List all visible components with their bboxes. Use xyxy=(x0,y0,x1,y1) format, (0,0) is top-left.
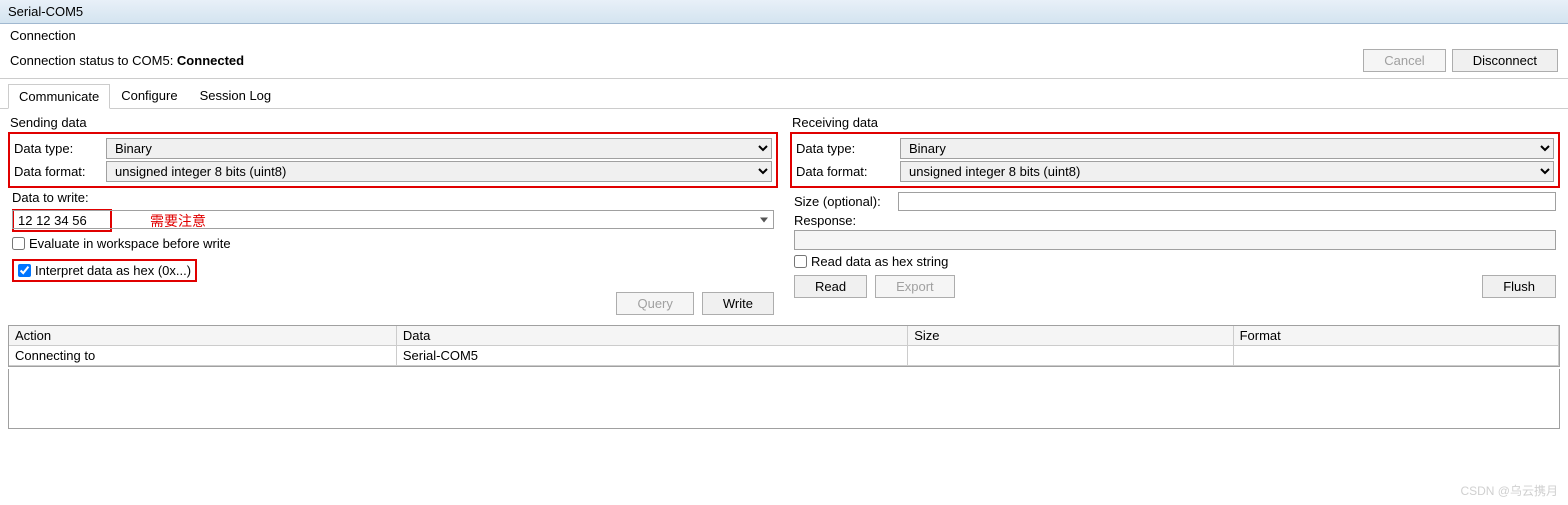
receiving-panel: Receiving data Data type: Binary Data fo… xyxy=(790,113,1560,315)
connection-section: Connection Connection status to COM5: Co… xyxy=(0,24,1568,79)
sending-highlight-box: Data type: Binary Data format: unsigned … xyxy=(8,132,778,188)
interpret-hex-label: Interpret data as hex (0x...) xyxy=(35,263,191,278)
receiving-legend: Receiving data xyxy=(790,113,1560,132)
disconnect-button[interactable]: Disconnect xyxy=(1452,49,1558,72)
size-label: Size (optional): xyxy=(794,194,894,209)
sending-panel: Sending data Data type: Binary Data form… xyxy=(8,113,778,315)
export-button[interactable]: Export xyxy=(875,275,955,298)
tab-session-log[interactable]: Session Log xyxy=(189,83,283,108)
cancel-button[interactable]: Cancel xyxy=(1363,49,1445,72)
read-hex-checkbox[interactable] xyxy=(794,255,807,268)
log-empty-area xyxy=(8,369,1560,429)
flush-button[interactable]: Flush xyxy=(1482,275,1556,298)
connection-header: Connection xyxy=(10,28,1558,43)
size-input[interactable] xyxy=(898,192,1556,211)
sending-legend: Sending data xyxy=(8,113,778,132)
th-data: Data xyxy=(396,326,907,346)
recv-data-format-label: Data format: xyxy=(796,164,896,179)
interpret-hex-highlight: Interpret data as hex (0x...) xyxy=(12,259,197,282)
tab-configure[interactable]: Configure xyxy=(110,83,188,108)
log-table: Action Data Size Format Connecting to Se… xyxy=(8,325,1560,367)
send-data-type-select[interactable]: Binary xyxy=(106,138,772,159)
recv-data-type-select[interactable]: Binary xyxy=(900,138,1554,159)
evaluate-label: Evaluate in workspace before write xyxy=(29,236,231,251)
table-row: Connecting to Serial-COM5 xyxy=(9,346,1559,366)
send-data-type-label: Data type: xyxy=(14,141,102,156)
interpret-hex-checkbox[interactable] xyxy=(18,264,31,277)
th-format: Format xyxy=(1233,326,1558,346)
data-to-write-combo[interactable] xyxy=(12,210,774,229)
data-to-write-label: Data to write: xyxy=(12,190,774,205)
read-hex-label: Read data as hex string xyxy=(811,254,948,269)
recv-data-format-select[interactable]: unsigned integer 8 bits (uint8) xyxy=(900,161,1554,182)
connection-status: Connection status to COM5: Connected xyxy=(10,53,244,68)
send-data-format-select[interactable]: unsigned integer 8 bits (uint8) xyxy=(106,161,772,182)
send-data-format-label: Data format: xyxy=(14,164,102,179)
tab-communicate[interactable]: Communicate xyxy=(8,84,110,109)
th-action: Action xyxy=(9,326,396,346)
th-size: Size xyxy=(908,326,1233,346)
response-box xyxy=(794,230,1556,250)
response-label: Response: xyxy=(794,213,894,228)
write-button[interactable]: Write xyxy=(702,292,774,315)
window-title: Serial-COM5 xyxy=(0,0,1568,24)
read-button[interactable]: Read xyxy=(794,275,867,298)
watermark: CSDN @乌云携月 xyxy=(1460,482,1558,499)
query-button[interactable]: Query xyxy=(616,292,693,315)
evaluate-checkbox[interactable] xyxy=(12,237,25,250)
recv-data-type-label: Data type: xyxy=(796,141,896,156)
receiving-highlight-box: Data type: Binary Data format: unsigned … xyxy=(790,132,1560,188)
tab-bar: Communicate Configure Session Log xyxy=(0,79,1568,109)
